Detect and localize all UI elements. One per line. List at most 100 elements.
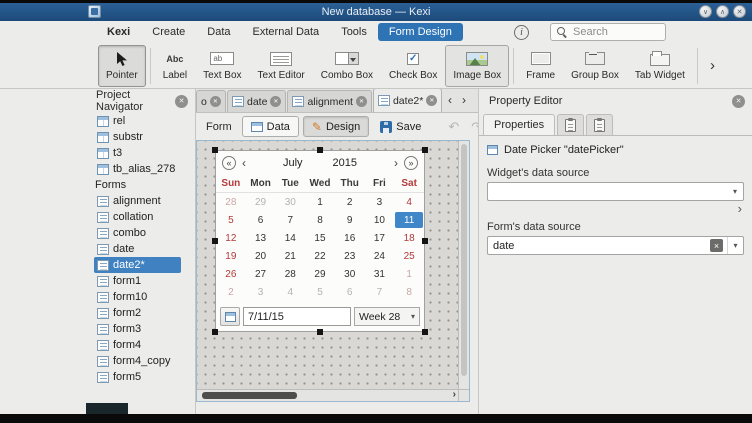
tree-item-form4-copy[interactable]: form4_copy: [94, 353, 195, 369]
tab-close-icon[interactable]: ✕: [210, 96, 221, 107]
calendar-day-cell[interactable]: 9: [335, 211, 365, 229]
month-label[interactable]: July: [283, 157, 303, 169]
tree-item-collation[interactable]: collation: [94, 209, 195, 225]
search-input[interactable]: Search: [550, 23, 666, 41]
save-button[interactable]: Save: [373, 116, 428, 137]
calendar-day-cell[interactable]: 31: [365, 265, 395, 283]
form-data-source-combo[interactable]: date × ▾: [487, 236, 744, 255]
calendar-day-cell[interactable]: 29: [246, 193, 276, 211]
calendar-day-cell[interactable]: 30: [335, 265, 365, 283]
pointer-tool-button[interactable]: Pointer: [98, 45, 146, 87]
menu-tab-external-data[interactable]: External Data: [242, 23, 331, 41]
calendar-day-cell[interactable]: 28: [216, 193, 246, 211]
image-box-tool-button[interactable]: Image Box: [445, 45, 509, 87]
vertical-scrollbar[interactable]: [458, 141, 469, 389]
calendar-day-cell[interactable]: 15: [305, 229, 335, 247]
maximize-button[interactable]: ∧: [716, 5, 729, 18]
menu-tab-create[interactable]: Create: [141, 23, 196, 41]
calendar-day-cell[interactable]: 26: [216, 265, 246, 283]
tree-item-rel[interactable]: rel: [94, 113, 195, 129]
prev-month-button[interactable]: ‹: [240, 156, 248, 170]
frame-tool-button[interactable]: Frame: [518, 45, 563, 87]
calendar-day-cell[interactable]: 2: [335, 193, 365, 211]
calendar-day-cell[interactable]: 5: [216, 211, 246, 229]
tree-item-form2[interactable]: form2: [94, 305, 195, 321]
tree-item-date[interactable]: date: [94, 241, 195, 257]
tree-item-t3[interactable]: t3: [94, 145, 195, 161]
tab-close-icon[interactable]: ✕: [356, 96, 367, 107]
prev-year-button[interactable]: «: [222, 156, 236, 170]
calendar-day-cell[interactable]: 28: [275, 265, 305, 283]
calendar-day-cell[interactable]: 19: [216, 247, 246, 265]
horizontal-scrollbar[interactable]: ›: [197, 389, 458, 401]
tab-scroll-right-icon[interactable]: ›: [458, 93, 470, 107]
tree-item-form10[interactable]: form10: [94, 289, 195, 305]
resize-handle-mid-right[interactable]: [422, 238, 428, 244]
menu-tab-kexi[interactable]: Kexi: [96, 23, 141, 41]
calendar-day-cell[interactable]: 8: [305, 211, 335, 229]
tab-close-icon[interactable]: ✕: [426, 95, 437, 106]
calendar-day-cell[interactable]: 14: [275, 229, 305, 247]
panel-close-icon[interactable]: ✕: [732, 95, 745, 108]
tree-item-form3[interactable]: form3: [94, 321, 195, 337]
tree-item-combo[interactable]: combo: [94, 225, 195, 241]
scroll-right-arrow-icon[interactable]: ›: [453, 389, 456, 401]
date-picker-widget[interactable]: « ‹ July 2015 › » SunMonTueWedThuFriSat …: [215, 150, 425, 332]
resize-handle-bottom-right[interactable]: [422, 329, 428, 335]
clear-icon[interactable]: ×: [710, 239, 723, 252]
tab-close-icon[interactable]: ✕: [270, 96, 281, 107]
next-month-button[interactable]: ›: [392, 156, 400, 170]
calendar-day-cell[interactable]: 7: [365, 283, 395, 301]
next-year-button[interactable]: »: [404, 156, 418, 170]
tab-scroll-left-icon[interactable]: ‹: [444, 93, 456, 107]
close-button[interactable]: ✕: [733, 5, 746, 18]
calendar-day-cell[interactable]: 1: [305, 193, 335, 211]
calendar-day-cell[interactable]: 20: [246, 247, 276, 265]
resize-handle-bottom-left[interactable]: [212, 329, 218, 335]
year-label[interactable]: 2015: [333, 157, 357, 169]
resize-handle-top-left[interactable]: [212, 147, 218, 153]
calendar-day-cell[interactable]: 22: [305, 247, 335, 265]
menu-tab-form-design[interactable]: Form Design: [378, 23, 463, 41]
scrollbar-thumb[interactable]: [461, 144, 467, 376]
resize-handle-top-right[interactable]: [422, 147, 428, 153]
calendar-day-cell[interactable]: 24: [365, 247, 395, 265]
calendar-day-cell[interactable]: 5: [305, 283, 335, 301]
calendar-day-cell[interactable]: 30: [275, 193, 305, 211]
undo-icon[interactable]: ↶: [444, 119, 463, 135]
minimize-button[interactable]: ∨: [699, 5, 712, 18]
tree-item-form5[interactable]: form5: [94, 369, 195, 385]
calendar-day-cell[interactable]: 3: [246, 283, 276, 301]
resize-handle-top-center[interactable]: [317, 147, 323, 153]
text-box-tool-button[interactable]: ab Text Box: [195, 45, 249, 87]
document-tab-date[interactable]: date✕: [227, 90, 286, 112]
check-box-tool-button[interactable]: ✓ Check Box: [381, 45, 445, 87]
resize-handle-bottom-center[interactable]: [317, 329, 323, 335]
calendar-day-cell[interactable]: 4: [394, 193, 424, 211]
week-selector[interactable]: Week 28 ▾: [354, 307, 420, 326]
document-tab-o[interactable]: o✕: [196, 90, 226, 112]
tree-item-date2[interactable]: date2*: [94, 257, 181, 273]
tab-widget-tool-button[interactable]: Tab Widget: [627, 45, 693, 87]
design-mode-button[interactable]: ✎ Design: [303, 116, 369, 137]
tree-item-alignment[interactable]: alignment: [94, 193, 195, 209]
calendar-day-cell[interactable]: 10: [365, 211, 395, 229]
calendar-day-cell[interactable]: 4: [275, 283, 305, 301]
calendar-day-cell[interactable]: 6: [246, 211, 276, 229]
scrollbar-thumb[interactable]: [202, 392, 297, 399]
label-tool-button[interactable]: Abc Label: [155, 45, 195, 87]
panel-close-icon[interactable]: ✕: [175, 95, 188, 108]
calendar-day-cell[interactable]: 2: [216, 283, 246, 301]
tree-item-substr[interactable]: substr: [94, 129, 195, 145]
tree-item-form1[interactable]: form1: [94, 273, 195, 289]
calendar-day-cell[interactable]: 29: [305, 265, 335, 283]
tree-item-tb-alias-278[interactable]: tb_alias_278: [94, 161, 195, 177]
tab-properties[interactable]: Properties: [483, 114, 555, 135]
calendar-day-cell[interactable]: 8: [394, 283, 424, 301]
menu-tab-data[interactable]: Data: [196, 23, 241, 41]
calendar-day-cell[interactable]: 11: [395, 212, 423, 228]
calendar-day-cell[interactable]: 13: [246, 229, 276, 247]
calendar-day-cell[interactable]: 25: [394, 247, 424, 265]
calendar-day-cell[interactable]: 27: [246, 265, 276, 283]
toolbar-overflow-chevron-icon[interactable]: ›: [710, 57, 715, 74]
